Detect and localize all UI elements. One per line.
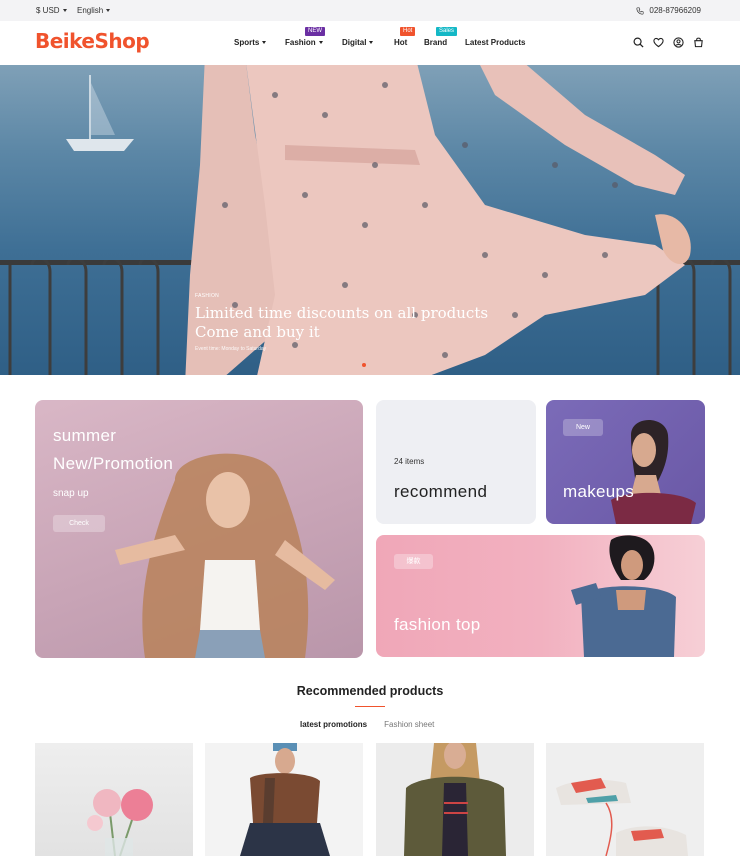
hero-title-line2: Come and buy it bbox=[195, 323, 320, 341]
main-header: BeikeShop Sports NEW Fashion Digital Hot… bbox=[0, 21, 740, 65]
nav-label: Sports bbox=[234, 38, 260, 47]
carousel-dot-active[interactable] bbox=[362, 363, 366, 367]
hero-subtitle: FASHION bbox=[195, 293, 220, 299]
makeups-title: makeups bbox=[563, 482, 635, 501]
nav-item-brand[interactable]: Sales Brand bbox=[424, 27, 458, 47]
search-icon[interactable] bbox=[633, 37, 644, 48]
header-icons bbox=[633, 37, 704, 48]
summer-title-line2: New/Promotion bbox=[53, 454, 174, 473]
language-label: English bbox=[77, 6, 104, 15]
nav-label: Hot bbox=[394, 38, 408, 47]
product-card[interactable] bbox=[376, 743, 534, 856]
check-button[interactable]: Check bbox=[53, 515, 105, 532]
product-image-flowers bbox=[87, 789, 153, 856]
nav-item-hot[interactable]: Hot Hot bbox=[394, 27, 416, 47]
product-card[interactable] bbox=[35, 743, 193, 856]
site-logo[interactable]: BeikeShop bbox=[35, 29, 150, 53]
nav-item-fashion[interactable]: NEW Fashion bbox=[285, 27, 325, 47]
product-image-model-jacket bbox=[404, 743, 506, 856]
chevron-down-icon bbox=[106, 9, 111, 12]
summer-title: summer New/Promotion bbox=[53, 422, 173, 478]
promo-card-recommend[interactable]: 24 items recommend bbox=[376, 400, 536, 524]
heart-icon[interactable] bbox=[653, 37, 664, 48]
heading-underline bbox=[355, 706, 385, 707]
nav-item-latest-products[interactable]: Latest Products bbox=[465, 38, 525, 47]
sales-badge: Sales bbox=[436, 27, 458, 36]
summer-title-line1: summer bbox=[53, 426, 117, 445]
promo-card-fashion-top[interactable]: 爆款 fashion top bbox=[376, 535, 705, 657]
nav-item-sports[interactable]: Sports bbox=[234, 38, 267, 47]
makeups-model-image bbox=[611, 420, 696, 524]
product-card[interactable] bbox=[205, 743, 363, 856]
language-selector[interactable]: English bbox=[77, 6, 111, 15]
promo-card-makeups[interactable]: New makeups bbox=[546, 400, 705, 524]
chevron-down-icon bbox=[318, 41, 323, 44]
nav-label: Fashion bbox=[285, 38, 316, 47]
hero-text: FASHION Limited time discounts on all pr… bbox=[195, 293, 488, 352]
tab-fashion-sheet[interactable]: Fashion sheet bbox=[384, 720, 434, 729]
summer-subtitle: snap up bbox=[53, 488, 89, 499]
new-tag: New bbox=[563, 419, 603, 436]
hero-event-time: Event time: Monday to Saturday bbox=[195, 346, 267, 352]
hero-banner[interactable]: FASHION Limited time discounts on all pr… bbox=[0, 65, 740, 375]
promo-card-summer[interactable]: summer New/Promotion snap up Check bbox=[35, 400, 363, 658]
phone-contact[interactable]: 028-87966209 bbox=[636, 6, 701, 15]
fashion-tag: 爆款 bbox=[394, 554, 433, 569]
user-icon[interactable] bbox=[673, 37, 684, 48]
nav-label: Brand bbox=[424, 38, 448, 47]
currency-selector[interactable]: $ USD bbox=[36, 6, 67, 15]
product-image-sneakers bbox=[556, 778, 688, 856]
phone-number: 028-87966209 bbox=[649, 6, 701, 15]
carousel-pagination bbox=[362, 363, 366, 367]
recommend-count: 24 items bbox=[394, 457, 425, 466]
recommend-title: recommend bbox=[394, 482, 488, 501]
hot-badge: Hot bbox=[400, 27, 416, 36]
phone-icon bbox=[636, 6, 644, 15]
product-tabs: latest promotions Fashion sheet bbox=[300, 720, 434, 729]
tab-latest-promotions[interactable]: latest promotions bbox=[300, 720, 367, 729]
nav-item-digital[interactable]: Digital bbox=[342, 38, 374, 47]
cart-icon[interactable] bbox=[693, 37, 704, 48]
nav-label: Latest Products bbox=[465, 38, 526, 47]
chevron-down-icon bbox=[262, 41, 267, 44]
nav-label: Digital bbox=[342, 38, 367, 47]
product-image-model-beanie bbox=[240, 743, 330, 856]
new-badge: NEW bbox=[305, 27, 325, 36]
fashion-model-image bbox=[571, 535, 676, 657]
recommended-heading: Recommended products bbox=[296, 684, 444, 698]
sailboat-image bbox=[66, 75, 134, 151]
top-bar: $ USD English 028-87966209 bbox=[0, 0, 740, 21]
fashion-title: fashion top bbox=[394, 615, 481, 634]
hero-title-line1: Limited time discounts on all products bbox=[195, 304, 489, 322]
chevron-down-icon bbox=[369, 41, 374, 44]
chevron-down-icon bbox=[62, 9, 67, 12]
product-card[interactable] bbox=[546, 743, 704, 856]
currency-label: $ USD bbox=[36, 6, 60, 15]
